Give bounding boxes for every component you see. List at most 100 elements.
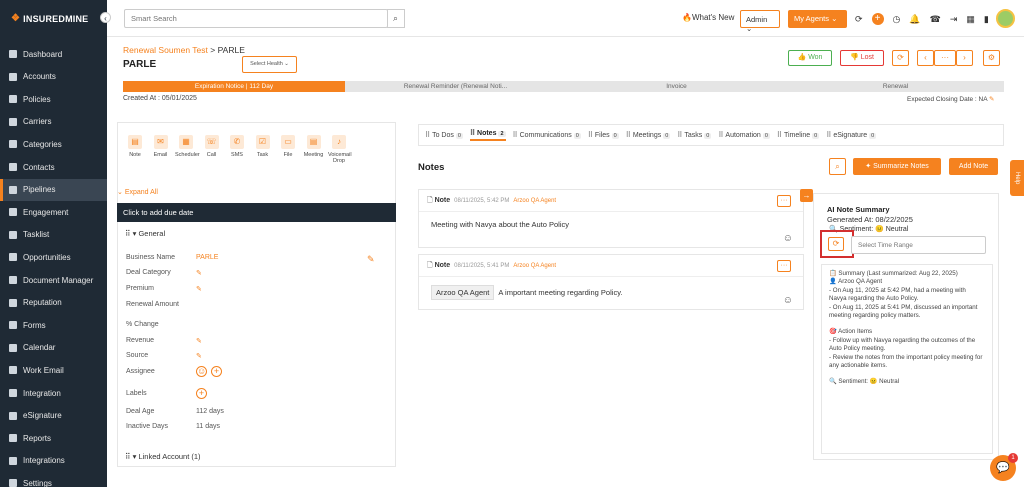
settings-gear-icon[interactable]: ⚙ <box>983 50 1000 66</box>
notes-search-icon[interactable]: ⌕ <box>829 158 846 175</box>
tab-communications[interactable]: ⠿ Communications 0 <box>513 131 581 139</box>
sidebar-item-forms[interactable]: Forms <box>0 314 107 336</box>
add-assignee-icon[interactable]: + <box>211 366 222 377</box>
sync-icon[interactable]: ⟳ <box>855 14 863 25</box>
tab-tasks[interactable]: ⠿ Tasks 0 <box>677 131 712 139</box>
stage-2[interactable]: Renewal Reminder (Renewal Noti... <box>345 81 566 92</box>
chat-icon[interactable]: 💬 1 <box>990 453 1018 481</box>
emoji-reaction-icon[interactable]: ☺ <box>783 233 793 244</box>
sidebar-item-dashboard[interactable]: Dashboard <box>0 43 107 65</box>
action-meeting[interactable]: ▤ Meeting <box>303 135 325 158</box>
sidebar-item-categories[interactable]: Categories <box>0 133 107 155</box>
sidebar-item-reputation[interactable]: Reputation <box>0 292 107 314</box>
sidebar-item-settings[interactable]: Settings <box>0 472 107 487</box>
summarize-notes-button[interactable]: ✦ Summarize Notes <box>853 158 941 175</box>
sidebar-item-accounts[interactable]: Accounts <box>0 66 107 88</box>
clock-icon[interactable]: ◷ <box>893 14 901 25</box>
tab-automation[interactable]: ⠿ Automation 0 <box>718 131 770 139</box>
engagement-icon <box>9 208 17 217</box>
sidebar-item-integration[interactable]: Integration <box>0 382 107 404</box>
whats-new-link[interactable]: 🔥What's New <box>682 13 734 22</box>
time-range-input[interactable] <box>851 236 986 254</box>
sidebar-collapse-icon[interactable]: ‹ <box>100 12 111 23</box>
lost-button[interactable]: 👎 Lost <box>840 50 884 66</box>
phone-icon[interactable]: ☎ <box>930 14 941 25</box>
note-more-icon[interactable]: ··· <box>777 195 791 207</box>
next-icon[interactable]: › <box>956 50 973 66</box>
search-icon[interactable]: ⌕ <box>387 9 405 28</box>
action-file[interactable]: ▭ File <box>277 135 299 158</box>
tab-meetings[interactable]: ⠿ Meetings 0 <box>626 131 671 139</box>
prev-icon[interactable]: ‹ <box>917 50 934 66</box>
stage-1[interactable]: Expiration Notice | 112 Day <box>123 81 345 92</box>
sidebar-item-calendar[interactable]: Calendar <box>0 337 107 359</box>
won-button[interactable]: 👍 Won <box>788 50 832 66</box>
tab-count: 0 <box>812 133 820 139</box>
tab-to-dos[interactable]: ⠿ To Dos 0 <box>425 131 463 139</box>
action-email[interactable]: ✉ Email <box>150 135 172 158</box>
edit-icon[interactable]: ✎ <box>989 96 994 103</box>
grid-icon[interactable]: ▦ <box>966 14 975 25</box>
sidebar-item-pipelines[interactable]: Pipelines <box>0 178 107 201</box>
action-task[interactable]: ☑ Task <box>252 135 274 158</box>
general-section-header[interactable]: ⠿ ▾ General <box>125 229 165 238</box>
expand-all-link[interactable]: ⌄ Expand All <box>117 188 158 196</box>
sidebar-item-reports[interactable]: Reports <box>0 427 107 449</box>
mobile-icon[interactable]: ▮ <box>984 14 989 25</box>
tab-esignature[interactable]: ⠿ eSignature 0 <box>826 131 877 139</box>
action-voicemail-drop[interactable]: ♪ Voicemail Drop <box>328 135 352 164</box>
sidebar-item-esignature[interactable]: eSignature <box>0 405 107 427</box>
due-date-bar[interactable]: Click to add due date <box>117 203 396 222</box>
edit-icon[interactable]: ✎ <box>196 270 202 277</box>
refresh-icon[interactable]: ⟳ <box>828 237 844 251</box>
fire-icon: 🔥 <box>682 13 692 22</box>
policies-icon <box>9 95 17 104</box>
edit-icon[interactable]: ✎ <box>196 286 202 293</box>
add-note-button[interactable]: Add Note <box>949 158 998 175</box>
arrow-right-icon[interactable]: → <box>800 189 813 202</box>
action-call[interactable]: ☏ Call <box>201 135 223 158</box>
add-label-icon[interactable]: + <box>196 388 207 399</box>
tab-timeline[interactable]: ⠿ Timeline 0 <box>777 131 820 139</box>
smart-search-input[interactable] <box>124 9 388 28</box>
bell-icon[interactable]: 🔔 <box>909 14 920 25</box>
breadcrumb-link[interactable]: Renewal Soumen Test <box>123 45 208 55</box>
sidebar-item-opportunities[interactable]: Opportunities <box>0 246 107 268</box>
help-tab[interactable]: Help <box>1010 160 1024 196</box>
admin-select[interactable]: Admin ⌄ <box>740 10 780 33</box>
sidebar-item-work-email[interactable]: Work Email <box>0 359 107 381</box>
tab-files[interactable]: ⠿ Files 0 <box>588 131 619 139</box>
note-body: Arzoo QA Agent A important meeting regard… <box>419 277 803 308</box>
tab-notes[interactable]: ⠿ Notes 2 <box>469 129 506 141</box>
edit-icon[interactable]: ✎ <box>196 338 202 345</box>
action-note[interactable]: ▤ Note <box>124 135 146 158</box>
brand-logo[interactable]: ❖ INSUREDMINE <box>11 13 88 24</box>
action-scheduler[interactable]: ▦ Scheduler <box>175 135 200 158</box>
sidebar-item-tasklist[interactable]: Tasklist <box>0 224 107 246</box>
refresh-deal-button[interactable]: ⟳ <box>892 50 909 66</box>
edit-icon[interactable]: ✎ <box>196 353 202 360</box>
login-icon[interactable]: ⇥ <box>950 14 958 25</box>
user-avatar[interactable] <box>996 9 1015 28</box>
linked-account-header[interactable]: ⠿ ▾ Linked Account (1) <box>125 452 201 461</box>
my-agents-button[interactable]: My Agents ⌄ <box>788 10 847 28</box>
select-health-button[interactable]: Select Health ⌄ <box>242 56 297 73</box>
emoji-reaction-icon[interactable]: ☺ <box>783 295 793 306</box>
stage-4[interactable]: Renewal <box>787 81 1004 92</box>
note-agent[interactable]: Arzoo QA Agent <box>513 263 556 269</box>
add-icon[interactable]: + <box>871 13 884 25</box>
note-agent[interactable]: Arzoo QA Agent <box>513 198 556 204</box>
edit-business-icon[interactable]: ✎ <box>367 254 375 265</box>
sidebar-item-integrations[interactable]: Integrations <box>0 450 107 472</box>
sidebar-item-contacts[interactable]: Contacts <box>0 156 107 178</box>
action-sms[interactable]: ✆ SMS <box>226 135 248 158</box>
sidebar-item-engagement[interactable]: Engagement <box>0 201 107 223</box>
assignee-avatar-icon[interactable]: ☺ <box>196 366 207 377</box>
note-more-icon[interactable]: ··· <box>777 260 791 272</box>
sidebar-item-label: Contacts <box>23 162 55 172</box>
more-icon[interactable]: ··· <box>934 50 956 66</box>
stage-3[interactable]: Invoice <box>566 81 787 92</box>
sidebar-item-carriers[interactable]: Carriers <box>0 111 107 133</box>
sidebar-item-policies[interactable]: Policies <box>0 88 107 110</box>
sidebar-item-document-manager[interactable]: Document Manager <box>0 269 107 291</box>
